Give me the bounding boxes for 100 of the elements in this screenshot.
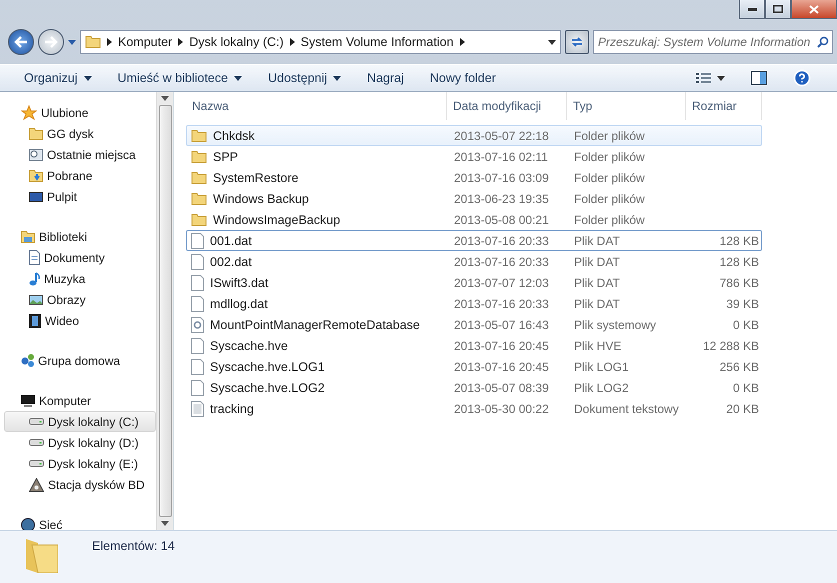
star-icon	[21, 104, 37, 120]
breadcrumb[interactable]: Komputer	[118, 35, 172, 49]
file-row[interactable]: tracking 2013-05-30 00:22 Dokument tekstowy 20 KB	[186, 398, 762, 419]
film-icon	[29, 314, 41, 328]
file-row[interactable]: 002.dat 2013-07-16 20:33 Plik DAT 128 KB	[186, 251, 762, 272]
caret-icon	[68, 40, 76, 44]
breadcrumb[interactable]: Dysk lokalny (C:)	[189, 35, 284, 49]
type-cell-text: Folder plików	[573, 212, 646, 226]
file-row[interactable]: SPP 2013-07-16 02:11 Folder plików	[186, 146, 762, 167]
nav-group-item[interactable]: Biblioteki	[4, 226, 156, 247]
caret-icon	[161, 96, 169, 101]
size-cell-text: 12 288 KB	[702, 338, 760, 352]
nav-item[interactable]: GG dysk	[4, 123, 156, 144]
document-icon	[29, 250, 40, 265]
breadcrumb[interactable]: System Volume Information	[300, 35, 454, 49]
back-button[interactable]	[8, 29, 34, 55]
date-cell-text: 2013-05-07 08:39	[453, 380, 550, 394]
file-row[interactable]: Syscache.hve.LOG1 2013-07-16 20:45 Plik LOG1 256 KB	[186, 356, 762, 377]
folder-icon	[29, 128, 43, 140]
file-row[interactable]: Windows Backup 2013-06-23 19:35 Folder plików	[186, 188, 762, 209]
date-cell-text: 2013-07-16 20:45	[453, 360, 550, 374]
size-cell-text: 0 KB	[732, 318, 760, 332]
nav-group-item[interactable]: Sieć	[4, 514, 156, 530]
folder-icon	[191, 150, 207, 162]
date-cell-text: 2013-07-07 12:03	[453, 276, 550, 290]
file-icon	[191, 274, 204, 290]
type-cell-text: Plik DAT	[573, 234, 621, 248]
file-row[interactable]: ISwift3.dat 2013-07-07 12:03 Plik DAT 786 KB	[186, 272, 762, 293]
nav-item[interactable]: Pulpit	[4, 186, 156, 207]
date-cell-text: 2013-06-23 19:35	[453, 192, 550, 206]
folder-icon	[191, 214, 207, 226]
nav-item[interactable]: Pobrane	[4, 165, 156, 186]
file-row[interactable]: SystemRestore 2013-07-16 03:09 Folder plików	[186, 167, 762, 188]
nav-group-item[interactable]: Komputer	[4, 390, 156, 411]
close-button[interactable]	[791, 0, 837, 19]
type-cell-text: Plik DAT	[573, 276, 621, 290]
maximize-button[interactable]	[765, 0, 791, 19]
size-cell-text: 128 KB	[718, 234, 760, 248]
date-cell-text: 2013-07-16 20:33	[453, 234, 550, 248]
toolbar-button[interactable]: Nowy folder	[420, 66, 506, 90]
forward-arrow-icon	[44, 36, 58, 48]
toolbar-button[interactable]: Nagraj	[357, 66, 414, 90]
column-header[interactable]: Rozmiar	[686, 92, 762, 120]
file-name: tracking	[210, 402, 254, 416]
caret-icon	[161, 521, 169, 526]
nav-group-item[interactable]: Grupa domowa	[4, 350, 156, 371]
toolbar-button[interactable]: Udostępnij	[258, 66, 352, 90]
file-row[interactable]: mdllog.dat 2013-07-16 20:33 Plik DAT 39 KB	[186, 293, 762, 314]
toolbar-button[interactable]: Organizuj	[14, 66, 102, 90]
nav-item[interactable]: Muzyka	[4, 268, 156, 289]
address-bar[interactable]: Komputer Dysk lokalny (C:) System Volume Information	[80, 30, 561, 54]
file-name: 002.dat	[210, 254, 252, 268]
file-row[interactable]: 001.dat 2013-07-16 20:33 Plik DAT 128 KB	[186, 230, 762, 251]
date-cell-text: 2013-07-16 20:33	[453, 296, 550, 310]
type-cell-text: Plik DAT	[573, 254, 621, 268]
column-header[interactable]: Nazwa	[186, 92, 447, 120]
nav-item[interactable]: Wideo	[4, 310, 156, 331]
folder-icon	[191, 172, 207, 184]
forward-button[interactable]	[38, 29, 64, 55]
column-header[interactable]: Data modyfikacji	[447, 92, 567, 120]
back-arrow-icon	[14, 36, 28, 48]
caret-icon	[717, 76, 725, 80]
type-cell-text: Folder plików	[573, 170, 646, 184]
music-note-icon	[29, 272, 40, 286]
homegroup-icon	[21, 354, 34, 367]
nav-item[interactable]: Ostatnie miejsca	[4, 144, 156, 165]
picture-icon	[29, 294, 43, 304]
file-name: mdllog.dat	[210, 296, 268, 310]
item-count: Elementów: 14	[92, 539, 175, 553]
file-row[interactable]: MountPointManagerRemoteDatabase 2013-05-07 16:43 Plik systemowy 0 KB	[186, 314, 762, 335]
date-cell-text: 2013-07-16 03:09	[453, 170, 550, 184]
file-icon	[191, 358, 204, 374]
scrollbar[interactable]	[156, 92, 173, 530]
file-icon	[191, 232, 204, 248]
column-header[interactable]: Typ	[567, 92, 686, 120]
nav-item[interactable]: Obrazy	[4, 289, 156, 310]
file-row[interactable]: Syscache.hve 2013-07-16 20:45 Plik HVE 12 288 KB	[186, 335, 762, 356]
search-icon	[817, 36, 829, 48]
nav-item[interactable]: Dysk lokalny (E:)	[4, 453, 156, 474]
file-row[interactable]: Chkdsk 2013-05-07 22:18 Folder plików	[186, 125, 762, 146]
file-name: Chkdsk	[213, 128, 255, 142]
chevron-icon	[107, 38, 112, 46]
chevron-icon	[290, 38, 295, 46]
chevron-icon	[178, 38, 184, 46]
scroll-thumb[interactable]	[158, 105, 172, 517]
nav-item[interactable]: Dysk lokalny (C:)	[4, 411, 156, 432]
file-row[interactable]: Syscache.hve.LOG2 2013-05-07 08:39 Plik LOG2 0 KB	[186, 377, 762, 398]
file-name: Windows Backup	[213, 192, 309, 206]
nav-item[interactable]: Dysk lokalny (D:)	[4, 432, 156, 453]
search-field[interactable]: Przeszukaj: System Volume Information	[593, 30, 833, 54]
nav-group-item[interactable]: Ulubione	[4, 102, 156, 123]
file-icon	[191, 338, 204, 354]
drive-icon	[29, 418, 44, 425]
nav-item[interactable]: Dokumenty	[4, 247, 156, 268]
refresh-button[interactable]	[565, 30, 589, 54]
nav-item[interactable]: Stacja dysków BD	[4, 474, 156, 495]
minimize-button[interactable]	[739, 0, 765, 19]
toolbar-button[interactable]: Umieść w bibliotece	[108, 66, 252, 90]
file-icon	[191, 296, 204, 312]
file-row[interactable]: WindowsImageBackup 2013-05-08 00:21 Folder plików	[186, 209, 762, 230]
